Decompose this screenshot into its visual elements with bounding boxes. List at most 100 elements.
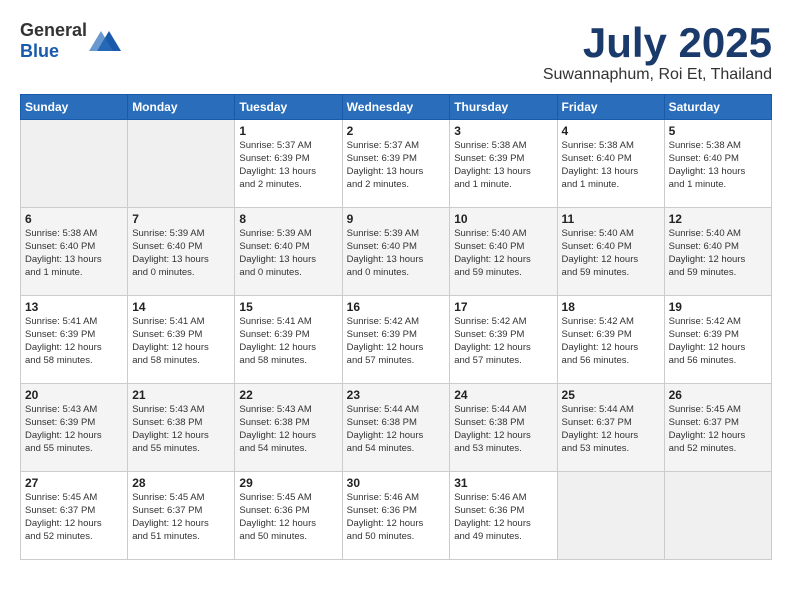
calendar-cell: 4Sunrise: 5:38 AM Sunset: 6:40 PM Daylig… xyxy=(557,120,664,208)
day-info: Sunrise: 5:45 AM Sunset: 6:37 PM Dayligh… xyxy=(132,492,230,543)
day-info: Sunrise: 5:39 AM Sunset: 6:40 PM Dayligh… xyxy=(347,228,446,279)
calendar-week-row: 1 Sunrise: 5:37 AM Sunset: 6:39 PM Daylig… xyxy=(21,120,772,208)
calendar-cell: 5Sunrise: 5:38 AM Sunset: 6:40 PM Daylig… xyxy=(664,120,771,208)
calendar-cell: 21 Sunrise: 5:43 AM Sunset: 6:38 PM Dayli… xyxy=(128,384,235,472)
weekday-header: Monday xyxy=(128,95,235,120)
day-info: Sunrise: 5:41 AM Sunset: 6:39 PM Dayligh… xyxy=(25,316,123,367)
day-number: 14 xyxy=(132,300,230,314)
day-number: 5 xyxy=(669,124,767,138)
calendar-cell: 9 Sunrise: 5:39 AM Sunset: 6:40 PM Daylig… xyxy=(342,208,450,296)
calendar-cell: 17 Sunrise: 5:42 AM Sunset: 6:39 PM Dayli… xyxy=(450,296,557,384)
day-info: Sunrise: 5:40 AM Sunset: 6:40 PM Dayligh… xyxy=(669,228,767,279)
day-info: Sunrise: 5:42 AM Sunset: 6:39 PM Dayligh… xyxy=(562,316,660,367)
weekday-header: Sunday xyxy=(21,95,128,120)
weekday-header: Tuesday xyxy=(235,95,342,120)
day-number: 25 xyxy=(562,388,660,402)
day-number: 15 xyxy=(239,300,337,314)
calendar-cell: 19 Sunrise: 5:42 AM Sunset: 6:39 PM Dayli… xyxy=(664,296,771,384)
calendar-cell: 18 Sunrise: 5:42 AM Sunset: 6:39 PM Dayli… xyxy=(557,296,664,384)
day-number: 2 xyxy=(347,124,446,138)
day-number: 22 xyxy=(239,388,337,402)
month-title: July 2025 xyxy=(543,20,772,66)
day-number: 7 xyxy=(132,212,230,226)
day-info: Sunrise: 5:41 AM Sunset: 6:39 PM Dayligh… xyxy=(239,316,337,367)
calendar-cell: 29 Sunrise: 5:45 AM Sunset: 6:36 PM Dayli… xyxy=(235,472,342,560)
calendar-cell: 6 Sunrise: 5:38 AM Sunset: 6:40 PM Daylig… xyxy=(21,208,128,296)
calendar-cell: 20 Sunrise: 5:43 AM Sunset: 6:39 PM Dayli… xyxy=(21,384,128,472)
day-info: Sunrise: 5:43 AM Sunset: 6:38 PM Dayligh… xyxy=(132,404,230,455)
page-header: General Blue July 2025 Suwannaphum, Roi … xyxy=(20,20,772,84)
calendar-cell: 26 Sunrise: 5:45 AM Sunset: 6:37 PM Dayli… xyxy=(664,384,771,472)
day-info: Sunrise: 5:42 AM Sunset: 6:39 PM Dayligh… xyxy=(669,316,767,367)
calendar-week-row: 6 Sunrise: 5:38 AM Sunset: 6:40 PM Daylig… xyxy=(21,208,772,296)
day-number: 11 xyxy=(562,212,660,226)
day-number: 8 xyxy=(239,212,337,226)
calendar-table: SundayMondayTuesdayWednesdayThursdayFrid… xyxy=(20,94,772,560)
day-info: Sunrise: 5:39 AM Sunset: 6:40 PM Dayligh… xyxy=(132,228,230,279)
calendar-week-row: 20 Sunrise: 5:43 AM Sunset: 6:39 PM Dayli… xyxy=(21,384,772,472)
calendar-cell: 27 Sunrise: 5:45 AM Sunset: 6:37 PM Dayli… xyxy=(21,472,128,560)
calendar-cell: 10 Sunrise: 5:40 AM Sunset: 6:40 PM Dayli… xyxy=(450,208,557,296)
calendar-cell: 30 Sunrise: 5:46 AM Sunset: 6:36 PM Dayli… xyxy=(342,472,450,560)
weekday-header-row: SundayMondayTuesdayWednesdayThursdayFrid… xyxy=(21,95,772,120)
day-info: Sunrise: 5:38 AM Sunset: 6:39 PM Dayligh… xyxy=(454,140,552,191)
day-number: 19 xyxy=(669,300,767,314)
day-info: Sunrise: 5:40 AM Sunset: 6:40 PM Dayligh… xyxy=(454,228,552,279)
weekday-header: Wednesday xyxy=(342,95,450,120)
day-number: 18 xyxy=(562,300,660,314)
day-info: Sunrise: 5:37 AM Sunset: 6:39 PM Dayligh… xyxy=(239,140,337,191)
day-number: 10 xyxy=(454,212,552,226)
calendar-cell: 11 Sunrise: 5:40 AM Sunset: 6:40 PM Dayli… xyxy=(557,208,664,296)
calendar-cell: 31 Sunrise: 5:46 AM Sunset: 6:36 PM Dayli… xyxy=(450,472,557,560)
calendar-cell: 13Sunrise: 5:41 AM Sunset: 6:39 PM Dayli… xyxy=(21,296,128,384)
day-number: 1 xyxy=(239,124,337,138)
calendar-cell xyxy=(557,472,664,560)
logo: General Blue xyxy=(20,20,121,62)
day-number: 31 xyxy=(454,476,552,490)
day-info: Sunrise: 5:46 AM Sunset: 6:36 PM Dayligh… xyxy=(454,492,552,543)
day-info: Sunrise: 5:37 AM Sunset: 6:39 PM Dayligh… xyxy=(347,140,446,191)
calendar-cell: 2 Sunrise: 5:37 AM Sunset: 6:39 PM Daylig… xyxy=(342,120,450,208)
day-info: Sunrise: 5:43 AM Sunset: 6:38 PM Dayligh… xyxy=(239,404,337,455)
day-info: Sunrise: 5:40 AM Sunset: 6:40 PM Dayligh… xyxy=(562,228,660,279)
logo-general: General xyxy=(20,20,87,40)
logo-text: General Blue xyxy=(20,20,87,62)
calendar-cell: 15 Sunrise: 5:41 AM Sunset: 6:39 PM Dayli… xyxy=(235,296,342,384)
day-number: 16 xyxy=(347,300,446,314)
day-info: Sunrise: 5:45 AM Sunset: 6:37 PM Dayligh… xyxy=(25,492,123,543)
day-number: 20 xyxy=(25,388,123,402)
calendar-week-row: 27 Sunrise: 5:45 AM Sunset: 6:37 PM Dayli… xyxy=(21,472,772,560)
logo-icon xyxy=(89,27,121,55)
weekday-header: Friday xyxy=(557,95,664,120)
day-number: 29 xyxy=(239,476,337,490)
calendar-cell: 3Sunrise: 5:38 AM Sunset: 6:39 PM Daylig… xyxy=(450,120,557,208)
day-number: 6 xyxy=(25,212,123,226)
calendar-cell: 28 Sunrise: 5:45 AM Sunset: 6:37 PM Dayli… xyxy=(128,472,235,560)
day-info: Sunrise: 5:46 AM Sunset: 6:36 PM Dayligh… xyxy=(347,492,446,543)
calendar-cell: 14Sunrise: 5:41 AM Sunset: 6:39 PM Dayli… xyxy=(128,296,235,384)
day-number: 28 xyxy=(132,476,230,490)
day-number: 23 xyxy=(347,388,446,402)
calendar-cell xyxy=(664,472,771,560)
calendar-cell: 25Sunrise: 5:44 AM Sunset: 6:37 PM Dayli… xyxy=(557,384,664,472)
calendar-cell: 23Sunrise: 5:44 AM Sunset: 6:38 PM Dayli… xyxy=(342,384,450,472)
calendar-cell: 8Sunrise: 5:39 AM Sunset: 6:40 PM Daylig… xyxy=(235,208,342,296)
day-info: Sunrise: 5:45 AM Sunset: 6:36 PM Dayligh… xyxy=(239,492,337,543)
day-number: 30 xyxy=(347,476,446,490)
calendar-cell: 16 Sunrise: 5:42 AM Sunset: 6:39 PM Dayli… xyxy=(342,296,450,384)
day-info: Sunrise: 5:43 AM Sunset: 6:39 PM Dayligh… xyxy=(25,404,123,455)
day-info: Sunrise: 5:42 AM Sunset: 6:39 PM Dayligh… xyxy=(454,316,552,367)
location-subtitle: Suwannaphum, Roi Et, Thailand xyxy=(543,66,772,84)
day-info: Sunrise: 5:42 AM Sunset: 6:39 PM Dayligh… xyxy=(347,316,446,367)
day-info: Sunrise: 5:45 AM Sunset: 6:37 PM Dayligh… xyxy=(669,404,767,455)
day-number: 17 xyxy=(454,300,552,314)
day-number: 26 xyxy=(669,388,767,402)
day-number: 24 xyxy=(454,388,552,402)
day-number: 9 xyxy=(347,212,446,226)
calendar-cell: 22 Sunrise: 5:43 AM Sunset: 6:38 PM Dayli… xyxy=(235,384,342,472)
day-info: Sunrise: 5:38 AM Sunset: 6:40 PM Dayligh… xyxy=(25,228,123,279)
day-number: 27 xyxy=(25,476,123,490)
day-number: 21 xyxy=(132,388,230,402)
calendar-cell: 7 Sunrise: 5:39 AM Sunset: 6:40 PM Daylig… xyxy=(128,208,235,296)
day-number: 4 xyxy=(562,124,660,138)
